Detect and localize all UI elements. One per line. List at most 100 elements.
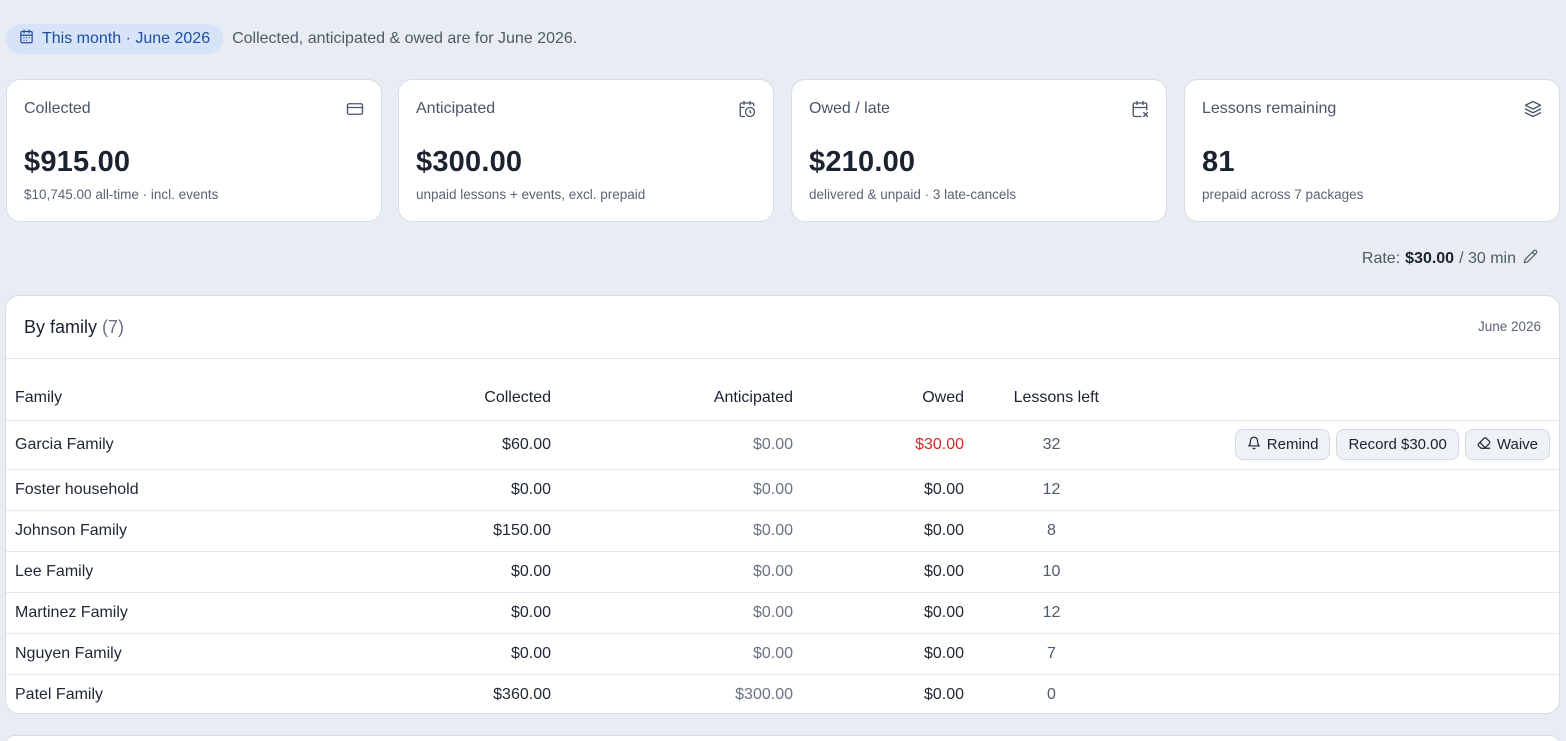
panel-title-text: By family	[24, 317, 98, 337]
rate-line: Rate: $30.00 / 30 min	[1362, 249, 1538, 269]
cell-family: Martinez Family	[6, 592, 376, 634]
cell-lessons: 12	[964, 469, 1099, 511]
cell-actions	[1099, 551, 1559, 593]
period-chip-label: This month · June 2026	[42, 30, 211, 47]
record-label: Record $30.00	[1348, 436, 1447, 453]
cell-family: Lee Family	[6, 551, 376, 593]
kpi-value: $915.00	[24, 146, 131, 178]
cell-actions	[1099, 510, 1559, 552]
cell-owed: $0.00	[793, 633, 964, 675]
rate-unit: / 30 min	[1459, 250, 1516, 267]
table-row[interactable]: Lee Family $0.00 $0.00 $0.00 10	[6, 551, 1559, 593]
credit-card-icon	[346, 100, 364, 118]
cell-owed: $0.00	[793, 592, 964, 634]
pencil-icon[interactable]	[1521, 249, 1538, 269]
family-table: Family Collected Anticipated Owed Lesson…	[6, 359, 1559, 713]
cell-anticipated: $0.00	[551, 592, 793, 634]
table-row[interactable]: Garcia Family $60.00 $0.00 $30.00 32 Rem…	[6, 420, 1559, 470]
col-anticipated[interactable]: Anticipated	[551, 359, 793, 421]
cell-family: Foster household	[6, 469, 376, 511]
record-payment-button[interactable]: Record $30.00	[1336, 429, 1459, 460]
kpi-value: $300.00	[416, 146, 523, 178]
kpi-card-anticipated: Anticipated $300.00 unpaid lessons + eve…	[398, 79, 774, 222]
col-family[interactable]: Family	[6, 359, 376, 421]
cell-lessons: 10	[964, 551, 1099, 593]
cell-owed: $0.00	[793, 551, 964, 593]
kpi-label: Collected	[24, 100, 91, 117]
table-row[interactable]: Johnson Family $150.00 $0.00 $0.00 8	[6, 510, 1559, 552]
cell-actions	[1099, 592, 1559, 634]
cell-owed: $0.00	[793, 469, 964, 511]
cell-actions	[1099, 469, 1559, 511]
col-owed[interactable]: Owed	[793, 359, 964, 421]
cell-anticipated: $300.00	[735, 685, 793, 703]
period-chip[interactable]: This month · June 2026	[6, 24, 224, 54]
remind-button[interactable]: Remind	[1234, 429, 1331, 460]
kpi-subtext: $10,745.00 all-time · incl. events	[24, 187, 219, 202]
cell-lessons: 12	[964, 592, 1099, 634]
row-actions: Remind Record $30.00 Waive	[1234, 429, 1550, 460]
cell-anticipated: $0.00	[551, 633, 793, 675]
cell-lessons: 7	[964, 633, 1099, 675]
kpi-label: Owed / late	[809, 100, 890, 117]
kpi-subtext: delivered & unpaid · 3 late-cancels	[809, 187, 1017, 202]
rate-prefix: Rate:	[1361, 250, 1401, 267]
cell-family: Johnson Family	[6, 510, 376, 552]
cell-collected: $150.00	[376, 510, 551, 552]
table-header-row: Family Collected Anticipated Owed Lesson…	[6, 359, 1559, 421]
cell-anticipated: $0.00	[551, 510, 793, 552]
panel-title: By family (7)	[24, 317, 124, 338]
waive-button[interactable]: Waive	[1464, 429, 1550, 460]
kpi-label: Anticipated	[416, 100, 496, 117]
cell-anticipated: $0.00	[551, 469, 793, 511]
remind-label: Remind	[1266, 436, 1319, 453]
period-row: This month · June 2026 Collected, antici…	[6, 24, 577, 54]
table-row[interactable]: Martinez Family $0.00 $0.00 $0.00 12	[6, 592, 1559, 634]
cell-owed: $30.00	[793, 420, 964, 470]
period-note: Collected, anticipated & owed are for Ju…	[232, 30, 578, 47]
cell-actions	[1099, 633, 1559, 675]
kpi-value: $210.00	[809, 146, 916, 178]
family-panel: By family (7) June 2026 Family Collected…	[5, 295, 1560, 714]
col-collected[interactable]: Collected	[376, 359, 551, 421]
cell-collected: $0.00	[376, 469, 551, 511]
cell-family: Patel Family	[15, 685, 104, 703]
next-panel-edge	[5, 735, 1560, 741]
cell-collected: $0.00	[376, 551, 551, 593]
col-lessons-left[interactable]: Lessons left	[964, 359, 1099, 421]
cell-owed: $0.00	[923, 685, 964, 703]
cell-owed: $0.00	[793, 510, 964, 552]
cell-anticipated: $0.00	[551, 551, 793, 593]
waive-label: Waive	[1496, 436, 1538, 453]
calendar-x-icon	[1131, 100, 1149, 118]
family-panel-header: By family (7) June 2026	[6, 296, 1559, 359]
cell-collected: $0.00	[376, 633, 551, 675]
bell-icon	[1247, 436, 1261, 454]
cell-collected: $360.00	[493, 685, 551, 703]
table-row[interactable]: Nguyen Family $0.00 $0.00 $0.00 7	[6, 633, 1559, 675]
kpi-value: 81	[1202, 146, 1235, 178]
kpi-subtext: prepaid across 7 packages	[1202, 187, 1364, 202]
cell-lessons: 0	[1047, 685, 1056, 703]
cell-family: Garcia Family	[6, 420, 376, 470]
calendar-icon	[19, 29, 34, 49]
table-row[interactable]: Patel Family $360.00 $300.00 $0.00 0	[6, 674, 1559, 713]
calendar-clock-icon	[738, 100, 756, 118]
cell-actions	[1099, 674, 1559, 713]
kpi-subtext: unpaid lessons + events, excl. prepaid	[416, 187, 646, 202]
cell-lessons: 32	[964, 420, 1099, 470]
table-row[interactable]: Foster household $0.00 $0.00 $0.00 12	[6, 469, 1559, 511]
cell-collected: $0.00	[376, 592, 551, 634]
cell-actions: Remind Record $30.00 Waive	[1099, 420, 1559, 470]
kpi-card-collected: Collected $915.00 $10,745.00 all-time · …	[6, 79, 382, 222]
cell-family: Nguyen Family	[6, 633, 376, 675]
panel-count: (7)	[102, 317, 125, 337]
layers-icon	[1524, 100, 1542, 118]
kpi-card-lessons: Lessons remaining 81 prepaid across 7 pa…	[1184, 79, 1560, 222]
col-actions	[1099, 359, 1559, 421]
cell-collected: $60.00	[376, 420, 551, 470]
kpi-label: Lessons remaining	[1202, 100, 1337, 117]
eraser-icon	[1477, 436, 1491, 454]
panel-period: June 2026	[1477, 319, 1541, 334]
cell-lessons: 8	[964, 510, 1099, 552]
